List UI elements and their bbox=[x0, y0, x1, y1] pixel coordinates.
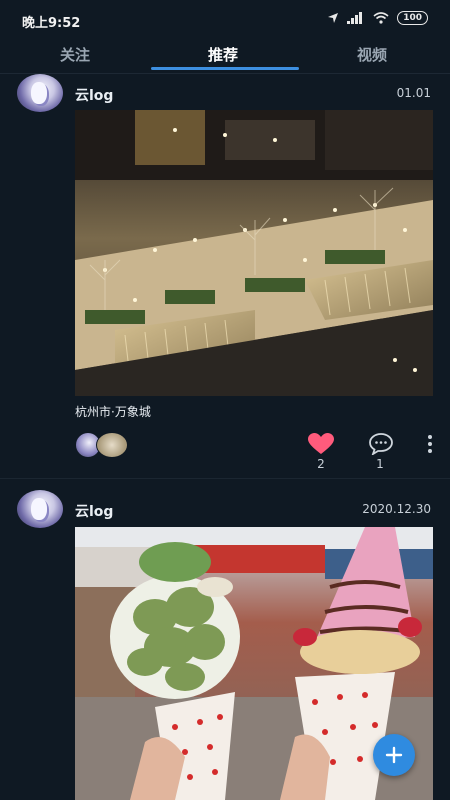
location-icon bbox=[328, 13, 339, 23]
status-bar: 晚上9:52 100 bbox=[0, 0, 450, 34]
post-photo[interactable] bbox=[75, 110, 433, 396]
avatar[interactable] bbox=[17, 74, 63, 112]
tab-video[interactable]: 视频 bbox=[357, 44, 387, 65]
avatar[interactable] bbox=[17, 490, 63, 528]
status-icons: 100 bbox=[327, 11, 428, 25]
post-divider bbox=[0, 478, 450, 479]
tab-following[interactable]: 关注 bbox=[60, 44, 90, 65]
post-author[interactable]: 云log bbox=[75, 85, 113, 105]
post-location[interactable]: 杭州市·万象城 bbox=[75, 403, 151, 420]
more-options-icon[interactable] bbox=[425, 434, 435, 454]
wifi-icon bbox=[373, 12, 389, 24]
tab-recommended[interactable]: 推荐 bbox=[208, 44, 238, 65]
comment-icon[interactable] bbox=[369, 433, 393, 455]
plus-icon bbox=[385, 746, 403, 764]
post-date: 2020.12.30 bbox=[362, 502, 431, 516]
post-date: 01.01 bbox=[396, 86, 431, 100]
signal-icon bbox=[347, 12, 363, 24]
add-post-button[interactable] bbox=[373, 734, 415, 776]
status-time: 晚上9:52 bbox=[22, 16, 81, 31]
active-tab-indicator bbox=[151, 67, 299, 70]
like-heart-icon[interactable] bbox=[308, 433, 334, 455]
night-mall-staircase-photo bbox=[75, 110, 433, 396]
avatar bbox=[96, 432, 128, 458]
liked-by-avatars[interactable] bbox=[75, 432, 135, 458]
battery-indicator: 100 bbox=[397, 11, 428, 25]
comment-count: 1 bbox=[376, 457, 384, 471]
tabs-divider bbox=[0, 73, 450, 74]
like-count: 2 bbox=[317, 457, 325, 471]
post-author[interactable]: 云log bbox=[75, 501, 113, 521]
